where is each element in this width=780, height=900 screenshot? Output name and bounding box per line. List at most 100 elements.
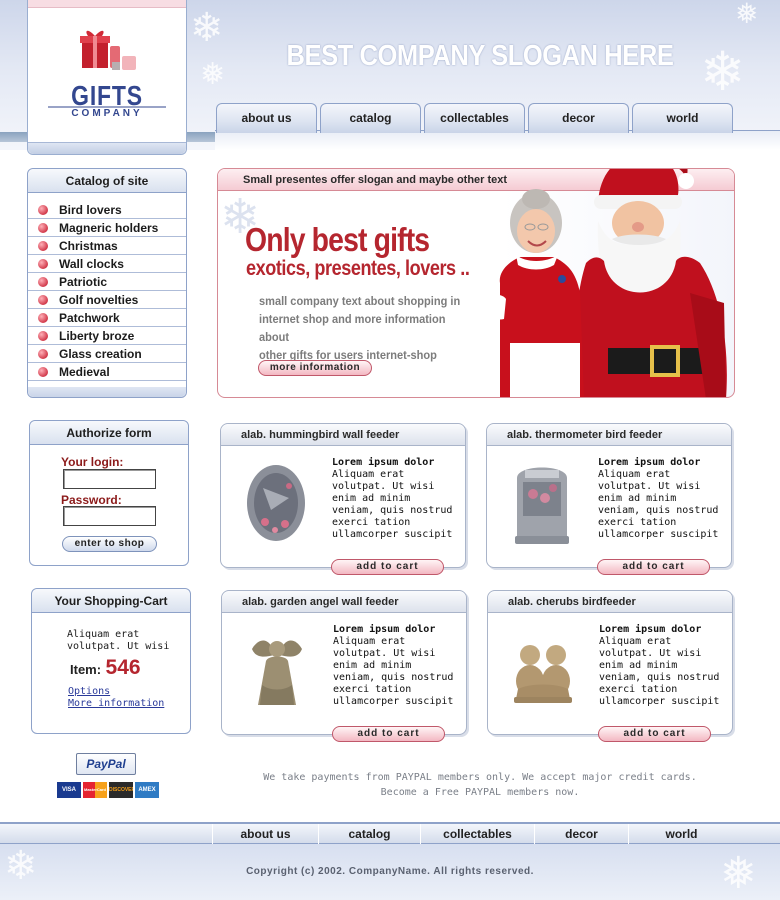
logo-bottom-bar: [28, 142, 186, 154]
banner-subheadline: exotics, presentes, lovers ..: [246, 257, 470, 280]
catalog-item-christmas[interactable]: Christmas: [28, 237, 186, 255]
more-information-button[interactable]: more information: [258, 360, 372, 376]
product-heading: Lorem ipsum dolor: [333, 624, 436, 635]
more-information-link[interactable]: More information: [68, 698, 164, 709]
product-text-line: exerci tation: [599, 684, 678, 695]
tab-world[interactable]: world: [632, 103, 733, 133]
tab-collectables[interactable]: collectables: [424, 103, 525, 133]
authorize-form: Authorize form Your login: Password: ent…: [29, 420, 189, 566]
product-text-line: volutpat. Ut wisi: [599, 648, 702, 659]
enter-to-shop-button[interactable]: enter to shop: [62, 536, 157, 552]
cart-text-line: Aliquam erat: [67, 629, 140, 640]
bullet-icon: [38, 313, 48, 323]
authorize-title: Authorize form: [30, 421, 188, 445]
product-text-line: Aliquam erat: [599, 636, 672, 647]
catalog-item-glass-creation[interactable]: Glass creation: [28, 345, 186, 363]
footer-link-decor[interactable]: decor: [534, 824, 628, 844]
catalog-item-liberty-broze[interactable]: Liberty broze: [28, 327, 186, 345]
product-title: alab. thermometer bird feeder: [487, 424, 731, 446]
product-description: Lorem ipsum dolor Aliquam erat volutpat.…: [598, 457, 728, 541]
cart-item-count: Item: 546: [70, 656, 141, 680]
cherubs-statue-icon[interactable]: [508, 625, 578, 715]
product-description: Lorem ipsum dolor Aliquam erat volutpat.…: [599, 624, 729, 708]
catalog-item-label: Patchwork: [59, 311, 120, 325]
options-link[interactable]: Options: [68, 686, 110, 697]
product-text-line: ullamcorper suscipit: [599, 696, 720, 707]
product-title: alab. garden angel wall feeder: [222, 591, 466, 613]
product-card: alab. cherubs birdfeeder Lorem ipsum dol…: [487, 590, 733, 742]
catalog-item-label: Patriotic: [59, 275, 108, 289]
bullet-icon: [38, 349, 48, 359]
footer-link-about-us[interactable]: about us: [212, 824, 318, 844]
catalog-item-medieval[interactable]: Medieval: [28, 363, 186, 381]
snowflake-icon: ❄: [190, 5, 224, 51]
login-input[interactable]: [63, 469, 156, 489]
catalog-item-bird-lovers[interactable]: Bird lovers: [28, 201, 186, 219]
product-description: Lorem ipsum dolor Aliquam erat volutpat.…: [332, 457, 462, 541]
banner-text: small company text about shopping in int…: [259, 292, 471, 364]
snowflake-icon: ❅: [735, 0, 759, 30]
cart-text: Aliquam erat volutpat. Ut wisi: [67, 629, 169, 653]
product-text-line: ullamcorper suscipit: [333, 696, 454, 707]
cart-title: Your Shopping-Cart: [32, 589, 190, 613]
item-count: 546: [105, 656, 141, 679]
product-title: alab. cherubs birdfeeder: [488, 591, 732, 613]
add-to-cart-button[interactable]: add to cart: [597, 559, 710, 575]
banner-text-line: internet shop and more information about: [259, 312, 446, 344]
catalog-item-label: Medieval: [59, 365, 110, 379]
tab-about-us[interactable]: about us: [216, 103, 317, 133]
bullet-icon: [38, 277, 48, 287]
payment-note-line: Become a Free PAYPAL members now.: [380, 787, 580, 798]
visa-card-icon: VISA: [57, 782, 81, 798]
copyright-text: Copyright (c) 2002. CompanyName. All rig…: [246, 866, 534, 877]
bullet-icon: [38, 241, 48, 251]
footer-link-world[interactable]: world: [628, 824, 734, 844]
logo-top-bar: [28, 0, 186, 8]
discover-card-icon: DISCOVER: [109, 782, 133, 798]
footer-link-collectables[interactable]: collectables: [420, 824, 534, 844]
product-heading: Lorem ipsum dolor: [598, 457, 701, 468]
catalog-item-magneric-holders[interactable]: Magneric holders: [28, 219, 186, 237]
catalog-item-label: Liberty broze: [59, 329, 135, 343]
product-card: alab. garden angel wall feeder Lorem ips…: [221, 590, 467, 742]
hummingbird-feeder-icon[interactable]: [241, 458, 311, 548]
catalog-item-golf-novelties[interactable]: Golf novelties: [28, 291, 186, 309]
product-text-line: veniam, quis nostrud: [599, 672, 720, 683]
catalog-item-label: Golf novelties: [59, 293, 139, 307]
add-to-cart-button[interactable]: add to cart: [598, 726, 711, 742]
product-title: alab. hummingbird wall feeder: [221, 424, 465, 446]
promo-banner: Small presentes offer slogan and maybe o…: [217, 168, 735, 398]
footer-link-catalog[interactable]: catalog: [318, 824, 420, 844]
tab-decor[interactable]: decor: [528, 103, 629, 133]
logo-subtitle: COMPANY: [71, 108, 143, 119]
logo[interactable]: GIFTS COMPANY: [27, 0, 187, 155]
banner-text-line: small company text about shopping in: [259, 294, 461, 308]
shopping-cart: Your Shopping-Cart Aliquam erat volutpat…: [31, 588, 191, 734]
catalog-box: Catalog of site Bird lovers Magneric hol…: [27, 168, 187, 398]
item-label: Item:: [70, 662, 102, 677]
product-text-line: ullamcorper suscipit: [332, 529, 453, 540]
payment-note-line: We take payments from PAYPAL members onl…: [263, 772, 697, 783]
product-text-line: enim ad minim: [332, 493, 411, 504]
paypal-logo[interactable]: PayPal: [76, 753, 136, 775]
product-text-line: veniam, quis nostrud: [332, 505, 453, 516]
catalog-item-patchwork[interactable]: Patchwork: [28, 309, 186, 327]
product-text-line: volutpat. Ut wisi: [333, 648, 436, 659]
catalog-item-patriotic[interactable]: Patriotic: [28, 273, 186, 291]
login-label: Your login:: [61, 455, 124, 469]
catalog-item-label: Christmas: [59, 239, 118, 253]
santa-couple-image: [484, 169, 727, 397]
catalog-item-label: Wall clocks: [59, 257, 124, 271]
product-text-line: Aliquam erat: [333, 636, 406, 647]
catalog-item-wall-clocks[interactable]: Wall clocks: [28, 255, 186, 273]
add-to-cart-button[interactable]: add to cart: [332, 726, 445, 742]
amex-card-icon: AMEX: [135, 782, 159, 798]
password-input[interactable]: [63, 506, 156, 526]
catalog-box-bottom: [28, 387, 186, 397]
add-to-cart-button[interactable]: add to cart: [331, 559, 444, 575]
angel-statue-icon[interactable]: [242, 625, 312, 715]
thermometer-feeder-icon[interactable]: [507, 458, 577, 548]
product-description: Lorem ipsum dolor Aliquam erat volutpat.…: [333, 624, 463, 708]
product-text-line: volutpat. Ut wisi: [332, 481, 435, 492]
tab-catalog[interactable]: catalog: [320, 103, 421, 133]
